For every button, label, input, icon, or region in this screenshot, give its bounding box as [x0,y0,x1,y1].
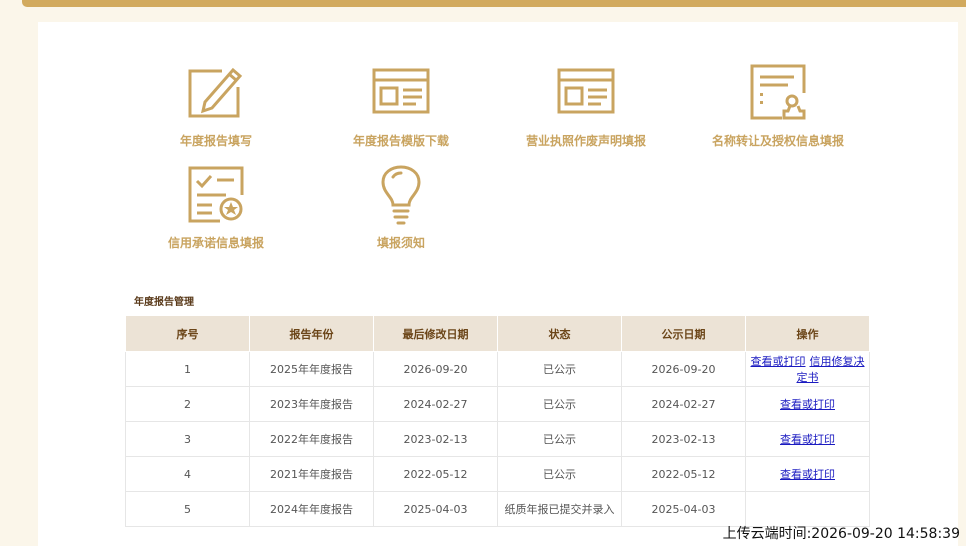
cell-published: 2023-02-13 [621,421,746,457]
tile-credit-commitment[interactable]: 信用承诺信息填报 [116,165,316,265]
tile-annual-report-fill[interactable]: 年度报告填写 [116,63,316,163]
cell-published: 2025-04-03 [621,491,746,527]
cell-actions: 查看或打印 [745,456,870,492]
cell-actions [745,491,870,527]
table-row: 4 2021年年度报告 2022-05-12 已公示 2022-05-12 查看… [125,456,870,492]
cell-no: 3 [125,421,250,457]
tile-label: 名称转让及授权信息填报 [711,134,844,148]
cell-actions: 查看或打印 [745,386,870,422]
cell-modified: 2022-05-12 [373,456,498,492]
table-row: 2 2023年年度报告 2024-02-27 已公示 2024-02-27 查看… [125,386,870,422]
cell-year: 2023年年度报告 [249,386,374,422]
table-row: 1 2025年年度报告 2026-09-20 已公示 2026-09-20 查看… [125,351,870,387]
cell-modified: 2025-04-03 [373,491,498,527]
tile-label: 年度报告填写 [179,134,252,148]
license-document-icon [557,68,615,114]
column-header: 操作 [745,315,870,352]
pencil-edit-icon [188,67,243,118]
cell-modified: 2023-02-13 [373,421,498,457]
annual-report-table: 序号 报告年份 最后修改日期 状态 公示日期 操作 1 2025年年度报告 20… [125,315,870,527]
cell-status: 已公示 [497,421,622,457]
cell-no: 2 [125,386,250,422]
cell-modified: 2024-02-27 [373,386,498,422]
cell-status: 已公示 [497,351,622,387]
column-header: 状态 [497,315,622,352]
main-panel: 年度报告填写 年度报告模版下载 营业执照作废声明填报 名称转让及授权信息填报 信… [38,22,958,546]
cell-no: 4 [125,456,250,492]
tile-filling-instructions[interactable]: 填报须知 [301,165,501,265]
cell-published: 2026-09-20 [621,351,746,387]
column-header: 序号 [125,315,250,352]
column-header: 报告年份 [249,315,374,352]
template-document-icon [372,68,430,114]
tile-label: 信用承诺信息填报 [167,236,264,250]
upload-timestamp: 上传云端时间:2026-09-20 14:58:39 [722,526,960,542]
credit-repair-decision-link[interactable]: 信用修复决定书 [797,355,865,384]
cell-year: 2022年年度报告 [249,421,374,457]
view-print-link[interactable]: 查看或打印 [780,468,835,481]
tile-template-download[interactable]: 年度报告模版下载 [301,63,501,163]
view-print-link[interactable]: 查看或打印 [780,398,835,411]
cell-actions: 查看或打印 [745,421,870,457]
tile-label: 填报须知 [376,236,425,250]
lightbulb-icon [381,165,421,225]
cell-status: 已公示 [497,386,622,422]
view-print-link[interactable]: 查看或打印 [751,355,806,368]
cell-status: 已公示 [497,456,622,492]
section-title: 年度报告管理 [134,297,194,308]
cell-year: 2025年年度报告 [249,351,374,387]
table-row: 5 2024年年度报告 2025-04-03 纸质年报已提交并录入 2025-0… [125,491,870,527]
table-row: 3 2022年年度报告 2023-02-13 已公示 2023-02-13 查看… [125,421,870,457]
tile-license-void-declaration[interactable]: 营业执照作废声明填报 [486,63,686,163]
column-header: 最后修改日期 [373,315,498,352]
cell-published: 2022-05-12 [621,456,746,492]
tile-label: 年度报告模版下载 [352,134,449,148]
cell-published: 2024-02-27 [621,386,746,422]
column-header: 公示日期 [621,315,746,352]
tile-label: 营业执照作废声明填报 [525,134,646,148]
checklist-badge-icon [188,166,244,223]
cell-modified: 2026-09-20 [373,351,498,387]
top-accent-bar [22,0,966,7]
tile-name-transfer-authorization[interactable]: 名称转让及授权信息填报 [678,63,878,163]
cell-year: 2021年年度报告 [249,456,374,492]
cell-actions: 查看或打印 信用修复决定书 [745,351,870,387]
view-print-link[interactable]: 查看或打印 [780,433,835,446]
cell-status: 纸质年报已提交并录入 [497,491,622,527]
table-header-row: 序号 报告年份 最后修改日期 状态 公示日期 操作 [125,315,870,352]
cell-year: 2024年年度报告 [249,491,374,527]
cell-no: 1 [125,351,250,387]
cell-no: 5 [125,491,250,527]
certificate-stamp-icon [750,64,806,120]
